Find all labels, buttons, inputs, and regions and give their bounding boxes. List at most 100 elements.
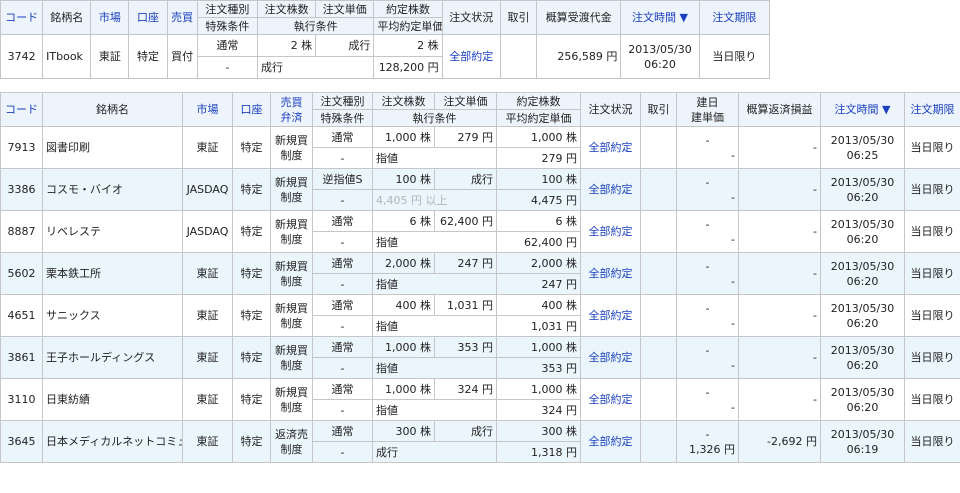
- cell-special: -: [312, 273, 373, 295]
- cell-account: 特定: [128, 34, 168, 79]
- side-b: 制度: [280, 358, 303, 372]
- cell-price: 62,400 円: [434, 210, 497, 232]
- build-price: -: [731, 148, 735, 162]
- status-link[interactable]: 全部約定: [580, 294, 641, 337]
- stock-order-table: コード 銘柄名 市場 口座 売買 注文種別 注文株数 注文単価 約定株数 注文状…: [0, 0, 771, 79]
- header-build-a: 建日: [696, 95, 719, 109]
- cell-name: 栗本鉄工所: [42, 252, 183, 295]
- header-limit[interactable]: 注文期限: [698, 0, 771, 35]
- header-status: 注文状況: [441, 0, 501, 35]
- table-row: 4651 サニックス 東証 特定 新規買 制度 通常 400 株 1,031 円 …: [0, 294, 960, 337]
- side-b: 制度: [280, 274, 303, 288]
- cell-price: 247 円: [434, 252, 497, 274]
- side-a: 新規買: [275, 133, 308, 147]
- cell-qty: 400 株: [372, 294, 435, 316]
- header-code[interactable]: コード: [0, 0, 44, 35]
- status-link[interactable]: 全部約定: [580, 420, 641, 463]
- cell-qty: 100 株: [372, 168, 435, 190]
- cell-avg-price: 279 円: [496, 147, 581, 169]
- cell-build: --: [676, 336, 739, 379]
- header-account[interactable]: 口座: [128, 0, 168, 35]
- cell-account: 特定: [232, 294, 271, 337]
- cell-qty: 1,000 株: [372, 336, 435, 358]
- order-date: 2013/05/30: [830, 217, 895, 231]
- status-link[interactable]: 全部約定: [580, 168, 641, 211]
- status-link[interactable]: 全部約定: [580, 252, 641, 295]
- status-link[interactable]: 全部約定: [441, 34, 501, 79]
- header-side[interactable]: 売買: [166, 0, 198, 35]
- cell-pnl: -: [738, 336, 821, 379]
- cell-order-type: 通常: [312, 210, 373, 232]
- cell-filled: 400 株: [496, 294, 581, 316]
- cell-build: --: [676, 378, 739, 421]
- cell-side: 新規買 制度: [270, 210, 313, 253]
- cell-limit: 当日限り: [904, 210, 960, 253]
- cell-market: 東証: [182, 336, 233, 379]
- order-time: 06:19: [846, 442, 879, 456]
- margin-order-table: コード 銘柄名 市場 口座 売買 弁済 注文種別 注文株数 注文単価 約定株数 注…: [0, 92, 960, 463]
- cell-time: 2013/05/30 06:19: [820, 420, 905, 463]
- cell-name: 日本メディカルネットコミュ: [42, 420, 183, 463]
- cell-side: 返済売 制度: [270, 420, 313, 463]
- order-time: 06:20: [846, 400, 879, 414]
- cell-exec-cond: 成行: [372, 441, 497, 463]
- header-account[interactable]: 口座: [232, 92, 271, 127]
- cell-qty: 1,000 株: [372, 126, 435, 148]
- cell-limit: 当日限り: [904, 378, 960, 421]
- order-date: 2013/05/30: [830, 343, 895, 357]
- header-special: 特殊条件: [312, 109, 373, 127]
- status-link[interactable]: 全部約定: [580, 210, 641, 253]
- build-price: 1,326 円: [689, 442, 735, 456]
- build-date: -: [705, 301, 710, 315]
- cell-side: 新規買 制度: [270, 294, 313, 337]
- order-time: 06:20: [846, 274, 879, 288]
- side-b: 制度: [280, 400, 303, 414]
- cell-qty: 1,000 株: [372, 378, 435, 400]
- cell-name: ITbook: [42, 34, 92, 79]
- build-price: -: [731, 274, 735, 288]
- cell-order-type: 通常: [312, 378, 373, 400]
- status-link[interactable]: 全部約定: [580, 126, 641, 169]
- cell-exec-cond: 指値: [372, 147, 497, 169]
- cell-avg-price: 128,200 円: [373, 56, 443, 79]
- header-code[interactable]: コード: [0, 92, 43, 127]
- header-market[interactable]: 市場: [182, 92, 233, 127]
- header-amount: 概算受渡代金: [536, 0, 622, 35]
- cell-order-type: 通常: [196, 34, 258, 57]
- build-date: -: [705, 217, 710, 231]
- cell-qty: 2,000 株: [372, 252, 435, 274]
- header-limit[interactable]: 注文期限: [904, 92, 960, 127]
- header-side[interactable]: 売買 弁済: [270, 92, 313, 127]
- cell-account: 特定: [232, 126, 271, 169]
- status-link[interactable]: 全部約定: [580, 336, 641, 379]
- cell-pnl: -: [738, 294, 821, 337]
- header-qty: 注文株数: [256, 0, 317, 18]
- build-date: -: [705, 427, 710, 441]
- header-build: 建日 建単価: [676, 92, 739, 127]
- cell-code: 3110: [0, 378, 43, 421]
- cell-name: 図書印刷: [42, 126, 183, 169]
- order-date: 2013/05/30: [830, 385, 895, 399]
- cell-cancel: [640, 336, 677, 379]
- cell-market: JASDAQ: [182, 210, 233, 253]
- side-a: 新規買: [275, 385, 308, 399]
- status-link[interactable]: 全部約定: [580, 378, 641, 421]
- cell-qty: 2 株: [256, 34, 317, 57]
- header-time[interactable]: 注文時間 ▼: [820, 92, 905, 127]
- header-special: 特殊条件: [196, 17, 258, 35]
- cell-exec-cond: 指値: [372, 315, 497, 337]
- cell-build: -1,326 円: [676, 420, 739, 463]
- cell-amount: 256,589 円: [536, 34, 622, 79]
- cell-price: 324 円: [434, 378, 497, 400]
- cell-account: 特定: [232, 336, 271, 379]
- header-market[interactable]: 市場: [90, 0, 130, 35]
- cell-avg-price: 62,400 円: [496, 231, 581, 253]
- cell-pnl: -: [738, 210, 821, 253]
- cell-account: 特定: [232, 210, 271, 253]
- cell-name: 日東紡績: [42, 378, 183, 421]
- header-time[interactable]: 注文時間 ▼: [620, 0, 700, 35]
- cell-special: -: [312, 441, 373, 463]
- order-time: 06:20: [846, 316, 879, 330]
- header-side-a: 売買: [280, 95, 303, 109]
- cell-cancel: [640, 252, 677, 295]
